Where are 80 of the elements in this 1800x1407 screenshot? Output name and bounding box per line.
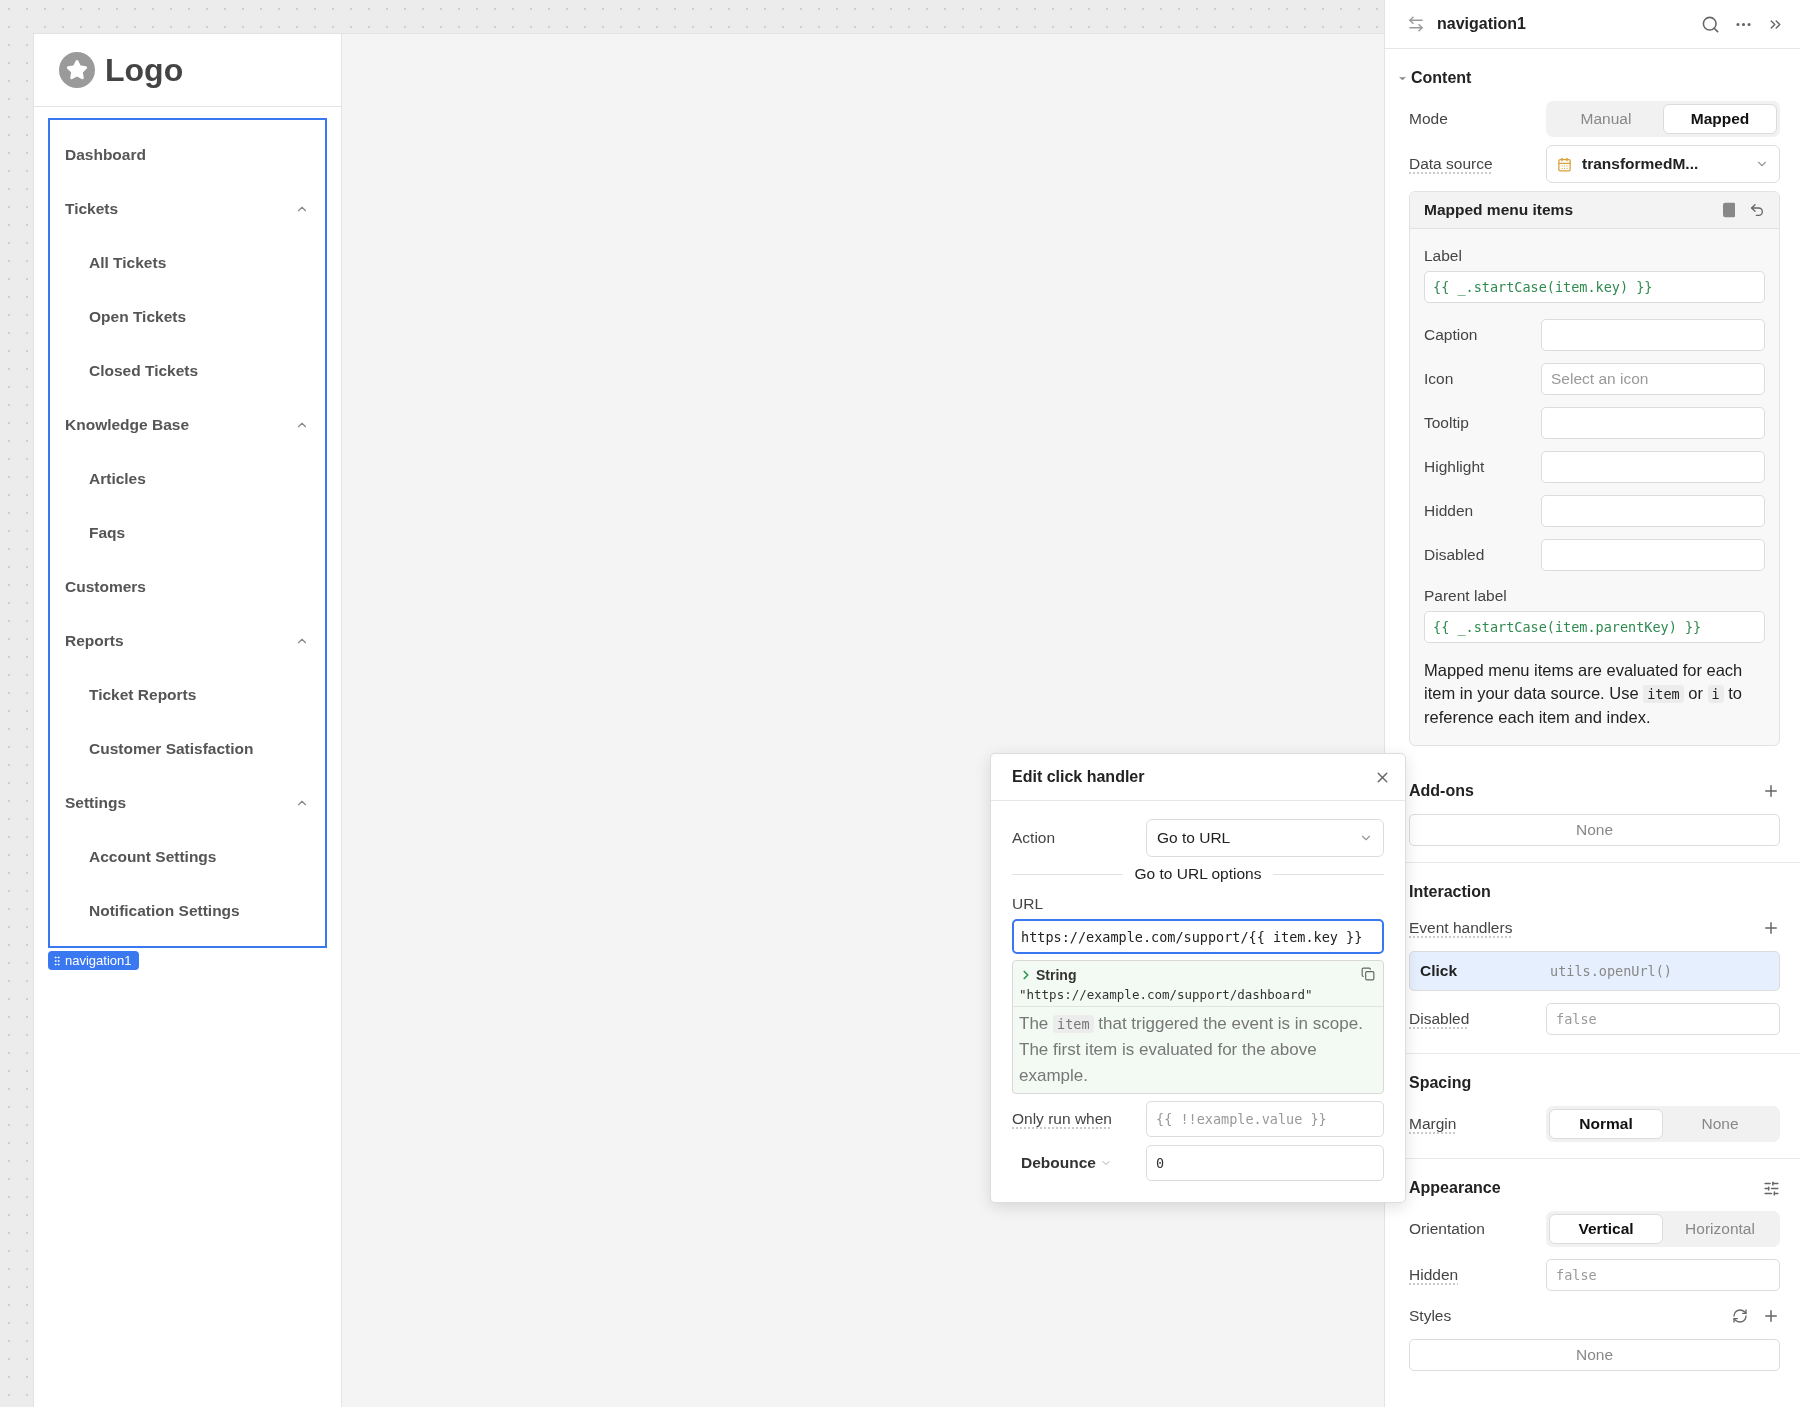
- field-label: Label: [1424, 247, 1463, 265]
- field-label: Styles: [1409, 1307, 1453, 1325]
- arrows-icon: [1407, 15, 1425, 33]
- nav-item[interactable]: Knowledge Base: [50, 398, 325, 452]
- section-title: Add-ons: [1409, 782, 1474, 800]
- nav-item[interactable]: Articles: [50, 452, 325, 506]
- nav-item[interactable]: Closed Tickets: [50, 344, 325, 398]
- preview-value: "https://example.com/support/dashboard": [1019, 987, 1314, 1002]
- field-label: Highlight: [1424, 458, 1486, 476]
- preview-type[interactable]: String: [1019, 967, 1077, 983]
- nav-item[interactable]: Faqs: [50, 506, 325, 560]
- star-logo-icon: [59, 52, 95, 88]
- field-label: Event handlers: [1409, 919, 1513, 937]
- grip-icon: [51, 954, 63, 967]
- field-label: URL: [1012, 895, 1044, 913]
- nav-item[interactable]: All Tickets: [50, 236, 325, 290]
- refresh-icon[interactable]: [1732, 1308, 1748, 1324]
- calendar-icon: [1557, 156, 1572, 172]
- field-label: Data source: [1409, 155, 1494, 173]
- component-name: navigation1: [1437, 15, 1527, 33]
- section-title: Interaction: [1409, 883, 1491, 901]
- code-input[interactable]: {{ _.startCase(item.key) }}: [1424, 271, 1765, 303]
- copy-icon[interactable]: [1361, 967, 1375, 981]
- field-label: Only run when: [1012, 1110, 1113, 1128]
- section-title[interactable]: Content: [1397, 69, 1472, 87]
- field-label: Mode: [1409, 110, 1449, 128]
- nav-item[interactable]: Ticket Reports: [50, 668, 325, 722]
- empty-state: None: [1409, 1339, 1780, 1371]
- field-label: Icon: [1424, 370, 1455, 388]
- debounce-dropdown[interactable]: Debounce: [1012, 1154, 1146, 1172]
- section-title: Spacing: [1409, 1074, 1472, 1092]
- search-icon[interactable]: [1701, 14, 1720, 34]
- data-source-select[interactable]: transformedM...: [1546, 145, 1780, 183]
- options-heading: Go to URL options: [1134, 865, 1262, 883]
- text-input[interactable]: [1541, 495, 1765, 527]
- undo-icon[interactable]: [1749, 202, 1765, 218]
- nav-item[interactable]: Settings: [50, 776, 325, 830]
- action-select[interactable]: Go to URL: [1146, 819, 1384, 857]
- add-icon[interactable]: [1762, 782, 1780, 800]
- logo-text: Logo: [105, 51, 184, 89]
- segment-option[interactable]: Mapped: [1663, 104, 1777, 134]
- sliders-icon[interactable]: [1763, 1179, 1780, 1197]
- help-text: The item that triggered the event is in scope. The first item is evaluated for the above example.: [1018, 1013, 1364, 1087]
- code-input[interactable]: {{ _.startCase(item.parentKey) }}: [1424, 611, 1765, 643]
- nav-item[interactable]: Account Settings: [50, 830, 325, 884]
- segment-option[interactable]: Vertical: [1549, 1214, 1663, 1244]
- empty-state: None: [1409, 814, 1780, 846]
- field-label: Parent label: [1424, 587, 1508, 605]
- field-label: Orientation: [1409, 1220, 1486, 1238]
- book-icon[interactable]: [1721, 202, 1737, 218]
- nav-item[interactable]: Notification Settings: [50, 884, 325, 938]
- nav-item[interactable]: Reports: [50, 614, 325, 668]
- segment-option[interactable]: Normal: [1549, 1109, 1663, 1139]
- dialog-title: Edit click handler: [1012, 768, 1145, 786]
- text-input[interactable]: [1541, 451, 1765, 483]
- nav-item[interactable]: Tickets: [50, 182, 325, 236]
- event-handler-row[interactable]: Click utils.openUrl(): [1409, 951, 1780, 991]
- nav-item[interactable]: Customer Satisfaction: [50, 722, 325, 776]
- text-input[interactable]: [1541, 407, 1765, 439]
- url-input[interactable]: https://example.com/support/{{ item.key }}: [1012, 919, 1384, 954]
- number-input[interactable]: 0: [1146, 1145, 1384, 1181]
- field-label: Hidden: [1424, 502, 1475, 520]
- field-label: Disabled: [1424, 546, 1486, 564]
- section-title: Appearance: [1409, 1179, 1501, 1197]
- field-label: Disabled: [1409, 1010, 1471, 1028]
- card-title: Mapped menu items: [1424, 201, 1574, 219]
- nav-item[interactable]: Dashboard: [50, 128, 325, 182]
- nav-item[interactable]: Customers: [50, 560, 325, 614]
- field-label: Tooltip: [1424, 414, 1470, 432]
- add-icon[interactable]: [1762, 1307, 1780, 1325]
- text-input[interactable]: [1541, 539, 1765, 571]
- field-label: Caption: [1424, 326, 1479, 344]
- field-label: Action: [1012, 829, 1057, 847]
- component-tag[interactable]: navigation1: [48, 951, 139, 970]
- nav-item[interactable]: Open Tickets: [50, 290, 325, 344]
- field-label: Hidden: [1409, 1266, 1460, 1284]
- help-text: Mapped menu items are evaluated for each item in your data source. Use item or i to reference each item and index.: [1424, 660, 1744, 728]
- text-input[interactable]: [1541, 319, 1765, 351]
- field-label: Margin: [1409, 1115, 1458, 1133]
- add-icon[interactable]: [1762, 919, 1780, 937]
